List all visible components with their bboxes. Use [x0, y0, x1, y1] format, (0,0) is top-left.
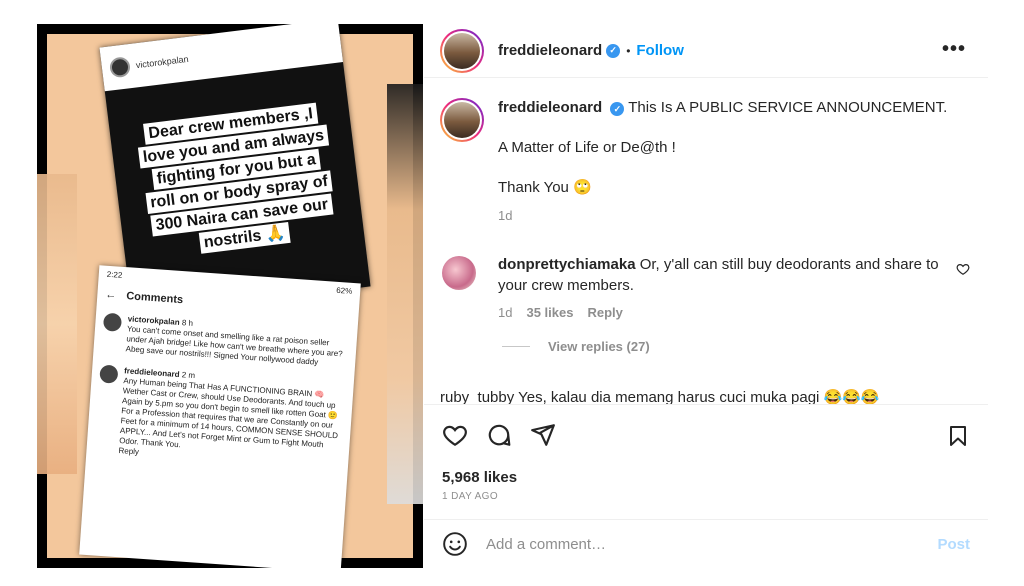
- comment-content: donprettychiamaka Or, y'all can still bu…: [498, 254, 948, 323]
- caption-avatar[interactable]: [440, 98, 484, 142]
- shot-comment: freddieleonard 2 m Any Human being That …: [86, 358, 354, 478]
- story-text: Dear crew members ,I love you and am alw…: [123, 99, 352, 262]
- shot-comment-text: You can't come onset and smelling like a…: [125, 324, 343, 367]
- shot-comment-body: freddieleonard 2 m Any Human being That …: [118, 366, 346, 471]
- comment-age: 1d: [498, 305, 513, 320]
- avatar[interactable]: [440, 28, 484, 73]
- post-timestamp: 1 DAY AGO: [442, 491, 499, 502]
- view-replies-button[interactable]: View replies (27): [424, 323, 988, 354]
- comment-avatar[interactable]: [442, 256, 476, 290]
- view-replies-line: [502, 346, 530, 347]
- avatar-image: [444, 32, 480, 69]
- caption-line-2: A Matter of Life or De@th !: [498, 139, 676, 156]
- caption-age[interactable]: 1d: [498, 206, 947, 226]
- avatar-frame: [442, 30, 482, 71]
- follow-button[interactable]: Follow: [636, 42, 684, 59]
- shot-comment-text: Any Human being That Has A FUNCTIONING B…: [118, 376, 339, 450]
- back-arrow-icon: ←: [104, 288, 117, 302]
- comments-title: Comments: [125, 290, 184, 307]
- comments-screenshot: 2:22 62% ← Comments victorokpalan 8 h Yo…: [79, 265, 361, 568]
- comments-scroll-area[interactable]: freddieleonard ✓ This Is A PUBLIC SERVIC…: [424, 84, 988, 404]
- comment-meta: 1d 35 likes Reply: [498, 302, 948, 323]
- comment-bubble-icon[interactable]: [486, 422, 512, 448]
- more-options-icon[interactable]: •••: [942, 38, 966, 61]
- emoji-icon[interactable]: [442, 531, 468, 557]
- comment-input[interactable]: [486, 535, 906, 553]
- caption: freddieleonard ✓ This Is A PUBLIC SERVIC…: [424, 84, 988, 226]
- bookmark-icon[interactable]: [946, 423, 970, 449]
- shot-avatar: [102, 312, 123, 332]
- caption-username[interactable]: freddieleonard: [498, 99, 602, 116]
- likes-count[interactable]: 5,968 likes: [442, 469, 517, 486]
- shot-comment-time: 8 h: [181, 318, 194, 328]
- avatar-frame: [442, 100, 482, 140]
- verified-badge-icon: ✓: [606, 43, 621, 58]
- story-handle: victorokpalan: [135, 53, 190, 71]
- caption-line-1: This Is A PUBLIC SERVICE ANNOUNCEMENT.: [628, 99, 948, 116]
- blur-strip-left: [37, 174, 77, 474]
- shot-avatar: [99, 364, 119, 384]
- view-replies-label: View replies (27): [548, 339, 650, 354]
- shot-reply: Reply: [118, 446, 140, 457]
- post-button[interactable]: Post: [937, 536, 970, 553]
- partially-hidden-comment: ruby_tubby Yes, kalau dia memang harus c…: [440, 389, 880, 404]
- status-time: 2:22: [106, 269, 123, 280]
- status-battery: 62%: [335, 285, 353, 296]
- avatar-image: [444, 102, 480, 138]
- comment-item: donprettychiamaka Or, y'all can still bu…: [424, 238, 988, 323]
- comment-reply-button[interactable]: Reply: [587, 302, 622, 323]
- post-panel: freddieleonard ✓ • Follow ••• freddieleo…: [424, 24, 988, 568]
- comment-username[interactable]: donprettychiamaka: [498, 256, 636, 273]
- share-send-icon[interactable]: [530, 422, 556, 448]
- like-heart-icon[interactable]: [442, 422, 468, 448]
- post-header: freddieleonard ✓ • Follow •••: [424, 24, 988, 78]
- caption-line-3: Thank You 🙄: [498, 179, 592, 196]
- verified-badge-icon: ✓: [610, 102, 625, 116]
- blur-strip-right: [387, 84, 423, 504]
- story-avatar: [108, 56, 132, 79]
- post-image[interactable]: victorokpalan Dear crew members ,I love …: [37, 24, 423, 568]
- add-comment-bar: Post: [424, 519, 988, 568]
- comment-likes[interactable]: 35 likes: [526, 302, 573, 323]
- shot-comment-time: 2 m: [181, 370, 196, 381]
- header-username[interactable]: freddieleonard: [498, 42, 602, 59]
- action-bar: [424, 404, 988, 464]
- caption-content: freddieleonard ✓ This Is A PUBLIC SERVIC…: [498, 98, 947, 226]
- shot-comment-body: victorokpalan 8 h You can't come onset a…: [125, 314, 349, 369]
- comment-like-icon[interactable]: [956, 262, 970, 276]
- separator-dot: •: [626, 43, 631, 58]
